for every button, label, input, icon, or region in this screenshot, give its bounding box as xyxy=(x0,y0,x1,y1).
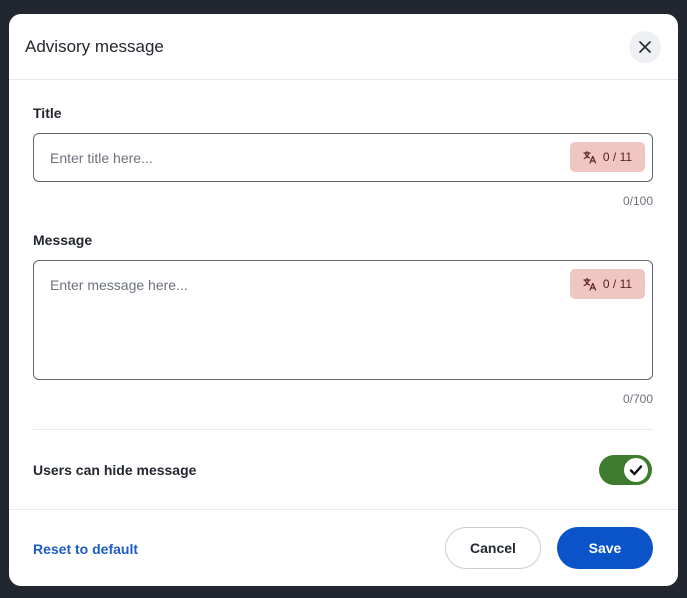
title-translation-badge[interactable]: 0 / 11 xyxy=(570,142,645,172)
message-char-counter: 0/700 xyxy=(622,392,653,406)
close-button[interactable] xyxy=(629,31,661,63)
title-input-box[interactable]: 0 / 11 xyxy=(33,133,653,182)
cancel-button[interactable]: Cancel xyxy=(445,527,541,569)
translate-icon xyxy=(583,150,597,164)
message-input-box[interactable]: 0 / 11 xyxy=(33,260,653,380)
dialog-title: Advisory message xyxy=(25,37,164,56)
message-textarea[interactable] xyxy=(50,277,550,367)
title-char-counter: 0/100 xyxy=(622,194,653,208)
close-icon xyxy=(639,41,651,53)
message-translation-badge[interactable]: 0 / 11 xyxy=(570,269,645,299)
checkmark-icon xyxy=(629,465,643,476)
message-translation-count: 0 / 11 xyxy=(602,277,633,291)
reset-to-default-link[interactable]: Reset to default xyxy=(33,541,138,557)
hide-message-label: Users can hide message xyxy=(33,462,197,478)
message-label: Message xyxy=(33,232,93,248)
title-label: Title xyxy=(33,105,62,121)
section-divider xyxy=(33,429,653,430)
hide-message-toggle[interactable] xyxy=(599,455,652,485)
dialog-header: Advisory message xyxy=(9,14,678,80)
translate-icon xyxy=(583,277,597,291)
title-translation-count: 0 / 11 xyxy=(602,150,633,164)
toggle-knob xyxy=(624,458,648,482)
dialog-footer: Reset to default Cancel Save xyxy=(9,509,678,586)
advisory-message-dialog: Advisory message Title 0 / 11 0/100 Mess… xyxy=(9,14,678,586)
title-input[interactable] xyxy=(50,149,550,167)
save-button[interactable]: Save xyxy=(557,527,653,569)
